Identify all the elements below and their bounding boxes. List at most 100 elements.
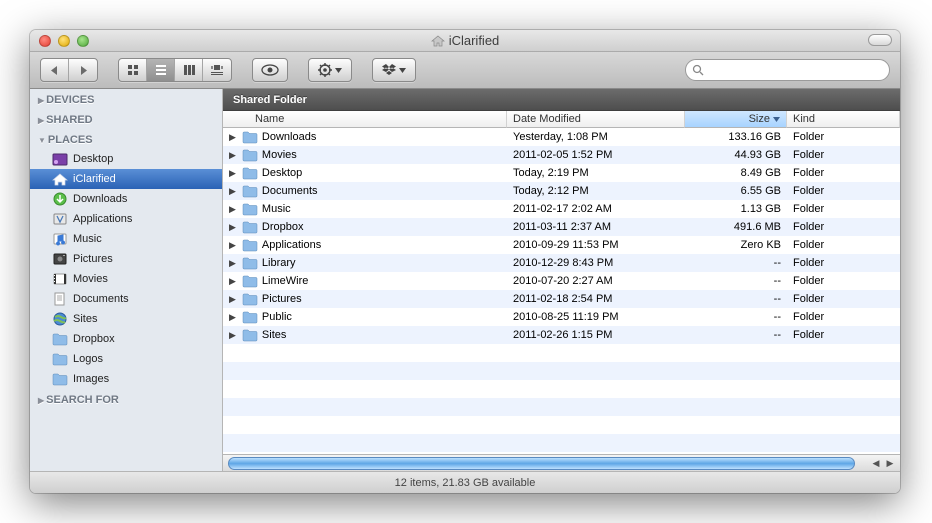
file-row[interactable]: ▶DocumentsToday, 2:12 PM6.55 GBFolder [223, 182, 900, 200]
coverflow-view-button[interactable] [203, 59, 231, 81]
column-name[interactable]: Name [223, 111, 507, 128]
file-row[interactable]: ▶Dropbox2011-03-11 2:37 AM491.6 MBFolder [223, 218, 900, 236]
horizontal-scrollbar[interactable]: ◀ ▶ [223, 454, 900, 471]
column-date[interactable]: Date Modified [507, 111, 685, 128]
disclosure-triangle-icon[interactable]: ▶ [229, 132, 238, 143]
sidebar-section-search for[interactable]: ▶SEARCH FOR [30, 389, 222, 409]
file-row[interactable]: ▶Library2010-12-29 8:43 PM--Folder [223, 254, 900, 272]
sidebar-section-label: PLACES [48, 134, 93, 146]
sidebar-item-desktop[interactable]: Desktop [30, 149, 222, 169]
sidebar-section-shared[interactable]: ▶SHARED [30, 109, 222, 129]
file-size: -- [685, 257, 787, 269]
sidebar[interactable]: ▶DEVICES▶SHARED▼PLACESDesktopiClarifiedD… [30, 89, 223, 471]
dropbox-icon [382, 64, 396, 76]
column-size-label: Size [749, 113, 770, 125]
action-segment [308, 58, 352, 82]
sidebar-section-places[interactable]: ▼PLACES [30, 129, 222, 149]
forward-button[interactable] [69, 59, 97, 81]
zoom-button[interactable] [77, 35, 89, 47]
quicklook-button[interactable] [253, 59, 287, 81]
disclosure-triangle-icon[interactable]: ▶ [229, 186, 238, 197]
sidebar-item-iclarified[interactable]: iClarified [30, 169, 222, 189]
empty-row [223, 416, 900, 434]
file-list[interactable]: ▶DownloadsYesterday, 1:08 PM133.16 GBFol… [223, 128, 900, 454]
sidebar-item-images[interactable]: Images [30, 369, 222, 389]
file-date: Yesterday, 1:08 PM [507, 131, 685, 143]
disclosure-triangle-icon[interactable]: ▶ [229, 312, 238, 323]
shared-folder-label: Shared Folder [233, 94, 307, 106]
disclosure-triangle-icon[interactable]: ▶ [229, 330, 238, 341]
disclosure-triangle-icon[interactable]: ▶ [229, 276, 238, 287]
file-date: 2011-02-17 2:02 AM [507, 203, 685, 215]
file-date: Today, 2:12 PM [507, 185, 685, 197]
search-field[interactable] [685, 59, 890, 81]
disclosure-triangle-icon[interactable]: ▶ [229, 150, 238, 161]
file-name: Downloads [262, 131, 316, 143]
file-kind: Folder [787, 221, 900, 233]
file-row[interactable]: ▶Sites2011-02-26 1:15 PM--Folder [223, 326, 900, 344]
window-body: ▶DEVICES▶SHARED▼PLACESDesktopiClarifiedD… [30, 89, 900, 471]
file-row[interactable]: ▶Public2010-08-25 11:19 PM--Folder [223, 308, 900, 326]
sidebar-item-sites[interactable]: Sites [30, 309, 222, 329]
file-row[interactable]: ▶DesktopToday, 2:19 PM8.49 GBFolder [223, 164, 900, 182]
file-row[interactable]: ▶Applications2010-09-29 11:53 PMZero KBF… [223, 236, 900, 254]
disclosure-triangle-icon[interactable]: ▶ [229, 240, 238, 251]
downloads-icon [52, 191, 68, 207]
sidebar-section-label: SHARED [46, 114, 92, 126]
column-kind[interactable]: Kind [787, 111, 900, 128]
column-size[interactable]: Size [685, 111, 787, 128]
column-headers: Name Date Modified Size Kind [223, 111, 900, 128]
sidebar-item-applications[interactable]: Applications [30, 209, 222, 229]
file-row[interactable]: ▶Music2011-02-17 2:02 AM1.13 GBFolder [223, 200, 900, 218]
close-button[interactable] [39, 35, 51, 47]
file-date: 2010-12-29 8:43 PM [507, 257, 685, 269]
sort-desc-icon [773, 117, 780, 122]
movies-icon [52, 271, 68, 287]
disclosure-triangle-icon[interactable]: ▶ [229, 294, 238, 305]
list-view-button[interactable] [147, 59, 175, 81]
disclosure-triangle-icon[interactable]: ▶ [229, 168, 238, 179]
main-panel: Shared Folder Name Date Modified Size Ki… [223, 89, 900, 471]
sidebar-item-label: Music [73, 233, 102, 245]
file-name: Documents [262, 185, 318, 197]
file-name: Public [262, 311, 292, 323]
gear-icon [318, 63, 332, 77]
action-button[interactable] [309, 59, 351, 81]
file-row[interactable]: ▶Movies2011-02-05 1:52 PM44.93 GBFolder [223, 146, 900, 164]
file-date: 2011-02-26 1:15 PM [507, 329, 685, 341]
file-row[interactable]: ▶DownloadsYesterday, 1:08 PM133.16 GBFol… [223, 128, 900, 146]
disclosure-triangle-icon[interactable]: ▶ [229, 258, 238, 269]
sidebar-item-movies[interactable]: Movies [30, 269, 222, 289]
sidebar-item-downloads[interactable]: Downloads [30, 189, 222, 209]
file-kind: Folder [787, 257, 900, 269]
sidebar-item-documents[interactable]: Documents [30, 289, 222, 309]
file-row[interactable]: ▶Pictures2011-02-18 2:54 PM--Folder [223, 290, 900, 308]
sidebar-item-logos[interactable]: Logos [30, 349, 222, 369]
sidebar-section-label: SEARCH FOR [46, 394, 119, 406]
scroll-right-button[interactable]: ▶ [883, 456, 897, 470]
column-view-button[interactable] [175, 59, 203, 81]
sidebar-item-pictures[interactable]: Pictures [30, 249, 222, 269]
titlebar[interactable]: iClarified [30, 30, 900, 52]
toolbar-toggle-button[interactable] [868, 34, 892, 46]
sidebar-section-devices[interactable]: ▶DEVICES [30, 89, 222, 109]
minimize-button[interactable] [58, 35, 70, 47]
file-size: 491.6 MB [685, 221, 787, 233]
disclosure-triangle-icon[interactable]: ▶ [229, 204, 238, 215]
dropbox-button[interactable] [373, 59, 415, 81]
scroll-left-button[interactable]: ◀ [869, 456, 883, 470]
sidebar-item-music[interactable]: Music [30, 229, 222, 249]
scrollbar-thumb[interactable] [228, 457, 855, 470]
disclosure-triangle-icon: ▼ [38, 136, 46, 145]
folder-icon [242, 167, 258, 180]
icon-view-button[interactable] [119, 59, 147, 81]
sidebar-item-label: Documents [73, 293, 129, 305]
file-name: Desktop [262, 167, 302, 179]
file-row[interactable]: ▶LimeWire2010-07-20 2:27 AM--Folder [223, 272, 900, 290]
search-input[interactable] [708, 64, 883, 76]
sidebar-section-label: DEVICES [46, 94, 94, 106]
folder-icon [242, 239, 258, 252]
disclosure-triangle-icon[interactable]: ▶ [229, 222, 238, 233]
back-button[interactable] [41, 59, 69, 81]
sidebar-item-dropbox[interactable]: Dropbox [30, 329, 222, 349]
